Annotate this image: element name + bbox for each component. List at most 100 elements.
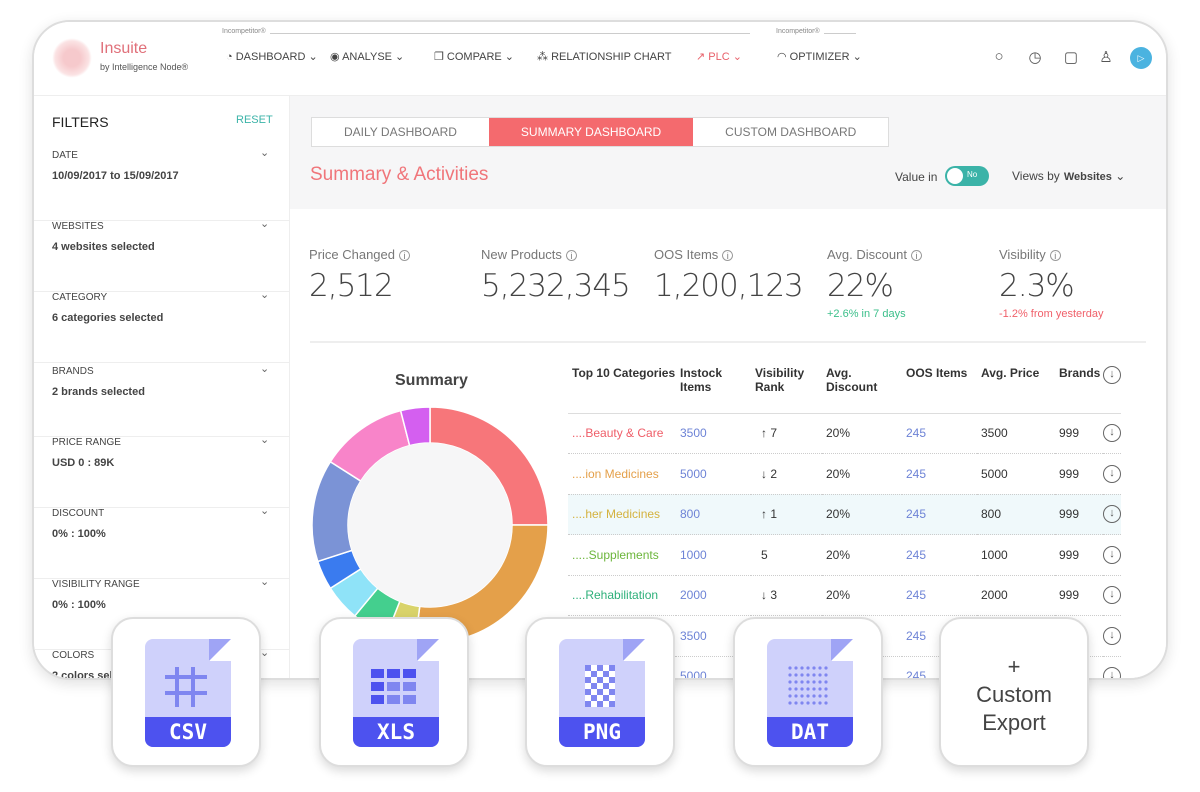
top-header: Insuite by Intelligence Node® Incompetit… — [34, 22, 1166, 96]
price-cell: 1000 — [977, 534, 1055, 576]
instock-cell: 1000 — [676, 534, 751, 576]
filter-value: 10/09/2017 to 15/09/2017 — [52, 170, 179, 182]
oos-cell: 245 — [902, 494, 977, 535]
download-icon[interactable]: ↓ — [1103, 545, 1121, 564]
oos-cell: 245 — [902, 453, 977, 495]
chevron-down-icon[interactable]: ⌄ — [260, 217, 269, 230]
chevron-down-icon[interactable]: ⌄ — [260, 288, 269, 301]
filter-brands[interactable]: BRANDS 2 brands selected ⌄ — [34, 363, 290, 437]
play-icon[interactable]: ▷ — [1130, 47, 1152, 69]
brands-cell: 999 — [1055, 413, 1103, 454]
custom-export-button[interactable]: + Custom Export — [939, 617, 1089, 767]
export-label: DAT — [767, 717, 853, 747]
info-icon[interactable]: i — [399, 250, 410, 261]
tab-custom-dashboard[interactable]: CUSTOM DASHBOARD — [693, 118, 888, 146]
filter-websites[interactable]: WEBSITES 4 websites selected ⌄ — [34, 218, 290, 292]
export-label: PNG — [559, 717, 645, 747]
filter-value: 6 categories selected — [52, 312, 164, 324]
group-label: Incompetitor® — [222, 28, 266, 35]
tab-summary-dashboard[interactable]: SUMMARY DASHBOARD — [488, 118, 694, 146]
table-row[interactable]: ....Rehabilitation 2000 ↓ 3 20% 245 2000 999 ↓ — [568, 575, 1121, 616]
column-header-download: ↓ — [1103, 359, 1121, 414]
download-icon[interactable]: ↓ — [1103, 424, 1121, 443]
brand-name[interactable]: Insuite — [100, 40, 147, 58]
download-cell: ↓ — [1103, 413, 1121, 454]
nav-relationship-chart[interactable]: ⁂ RELATIONSHIP CHART — [537, 50, 671, 63]
download-icon[interactable]: ↓ — [1103, 586, 1121, 605]
nav-dashboard[interactable]: ◔ DASHBOARD ⌄ — [226, 50, 318, 63]
search-icon[interactable]: ○ — [989, 48, 1009, 68]
value-toggle[interactable]: No — [945, 166, 989, 186]
table-row[interactable]: ....ion Medicines 5000 ↓ 2 20% 245 5000 999 ↓ — [568, 453, 1121, 495]
kpi-label: OOS Items — [654, 247, 719, 262]
filter-value: 0% : 100% — [52, 528, 106, 540]
rank-cell: 5 — [751, 534, 822, 576]
dashboard-tabs: DAILY DASHBOARD SUMMARY DASHBOARD CUSTOM… — [311, 117, 890, 147]
views-by-dropdown[interactable]: Views by Websites ⌄ — [1012, 169, 1125, 183]
table-row[interactable]: .....Supplements 1000 5 20% 245 1000 999 ↓ — [568, 534, 1121, 576]
filter-value: 2 brands selected — [52, 386, 145, 398]
checker-icon — [585, 665, 615, 707]
filter-discount[interactable]: DISCOUNT 0% : 100% ⌄ — [34, 505, 290, 579]
nav-analyse[interactable]: ◉ ANALYSE ⌄ — [330, 50, 404, 63]
export-csv-button[interactable]: CSV — [111, 617, 261, 767]
column-header: Avg. Price — [977, 359, 1055, 414]
toggle-knob — [947, 168, 963, 184]
kpi-value: 22% — [827, 268, 894, 304]
history-icon[interactable]: ◷ — [1025, 48, 1045, 68]
chevron-down-icon[interactable]: ⌄ — [260, 362, 269, 375]
gauge-icon: ◠ — [777, 51, 790, 63]
info-icon[interactable]: i — [910, 250, 922, 261]
kpi-value: 2,512 — [309, 268, 394, 304]
brands-cell: 999 — [1055, 575, 1103, 616]
discount-cell: 20% — [822, 534, 902, 576]
discount-cell: 20% — [822, 413, 902, 454]
nav-optimizer[interactable]: ◠ OPTIMIZER ⌄ — [777, 50, 862, 63]
group-divider — [270, 33, 750, 34]
price-cell: 800 — [977, 494, 1055, 535]
kpi-new-products: New Products i 5,232,345 — [481, 247, 631, 304]
filter-label: DATE — [52, 150, 78, 161]
filter-label: DISCOUNT — [52, 508, 105, 519]
nav-plc[interactable]: ↗ PLC ⌄ — [696, 50, 742, 63]
reset-button[interactable]: RESET — [236, 114, 273, 126]
chevron-down-icon[interactable]: ⌄ — [260, 575, 269, 588]
export-dat-button[interactable]: DAT — [733, 617, 883, 767]
rank-cell: ↑ 1 — [751, 494, 822, 535]
download-icon[interactable]: ↓ — [1103, 366, 1121, 384]
table-row[interactable]: ....her Medicines 800 ↑ 1 20% 245 800 999 ↓ — [568, 494, 1121, 535]
kpi-value: 2.3% — [999, 268, 1075, 304]
nav-compare[interactable]: ❐ COMPARE ⌄ — [434, 50, 514, 63]
column-header: Top 10 Categories — [568, 359, 676, 414]
filter-price-range[interactable]: PRICE RANGE USD 0 : 89K ⌄ — [34, 434, 290, 508]
donut-center — [348, 443, 512, 607]
export-xls-button[interactable]: XLS — [319, 617, 469, 767]
download-icon[interactable]: ↓ — [1103, 626, 1121, 645]
table-icon — [371, 669, 416, 704]
user-icon[interactable]: ♙ — [1096, 48, 1116, 68]
download-icon[interactable]: ↓ — [1103, 464, 1121, 483]
download-cell: ↓ — [1103, 534, 1121, 576]
price-cell: 5000 — [977, 453, 1055, 495]
kpi-name: Visibility i — [999, 247, 1104, 262]
download-icon[interactable]: ↓ — [1103, 667, 1121, 678]
kpi-delta: +2.6% in 7 days — [827, 308, 906, 320]
export-png-button[interactable]: PNG — [525, 617, 675, 767]
filter-date[interactable]: DATE 10/09/2017 to 15/09/2017 ⌄ — [34, 147, 290, 221]
info-icon[interactable]: i — [722, 250, 734, 261]
chevron-down-icon[interactable]: ⌄ — [260, 433, 269, 446]
chevron-down-icon[interactable]: ⌄ — [260, 504, 269, 517]
download-icon[interactable]: ↓ — [1103, 505, 1121, 524]
table-row[interactable]: ....Beauty & Care 3500 ↑ 7 20% 245 3500 999 ↓ — [568, 413, 1121, 454]
summary-content: Price Changed i 2,512 New Products i 5,232,34… — [290, 209, 1166, 678]
tab-daily-dashboard[interactable]: DAILY DASHBOARD — [312, 118, 489, 146]
rank-cell: ↓ 2 — [751, 453, 822, 495]
filter-label: WEBSITES — [52, 221, 104, 232]
info-icon[interactable]: i — [1049, 250, 1061, 261]
chat-icon[interactable]: ▢ — [1061, 48, 1081, 68]
filter-category[interactable]: CATEGORY 6 categories selected ⌄ — [34, 289, 290, 363]
download-cell: ↓ — [1103, 453, 1121, 495]
chevron-down-icon[interactable]: ⌄ — [260, 146, 269, 159]
info-icon[interactable]: i — [565, 250, 577, 261]
chevron-down-icon[interactable]: ⌄ — [260, 646, 269, 659]
